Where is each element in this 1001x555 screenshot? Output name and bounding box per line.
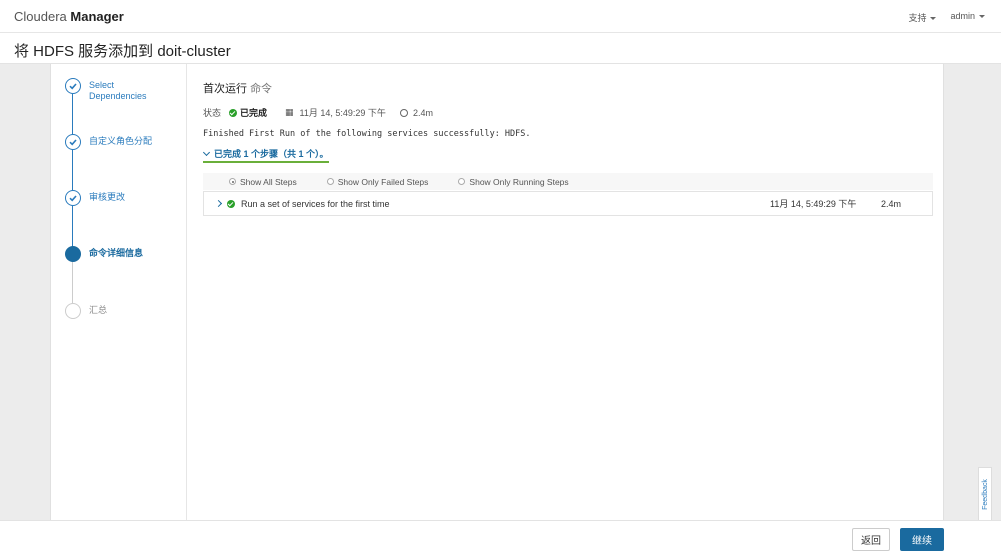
wizard-panel: Select Dependencies 自定义角色分配 审核更改 命令详细信息 汇…	[50, 64, 944, 520]
result-message: Finished First Run of the following serv…	[203, 129, 531, 139]
brand-bold: Manager	[70, 9, 124, 24]
check-circle-icon	[65, 190, 81, 206]
success-check-icon	[227, 199, 235, 208]
page-title: 将 HDFS 服务添加到 doit-cluster	[14, 43, 231, 60]
step-name: Run a set of services for the first time	[241, 198, 390, 209]
back-button[interactable]: 返回	[852, 528, 890, 551]
step-duration: 2.4m	[881, 198, 902, 209]
radio-icon	[326, 178, 334, 185]
filter-all-steps[interactable]: Show All Steps	[229, 177, 297, 187]
support-menu[interactable]: 支持	[908, 11, 937, 24]
brand-logo[interactable]: Cloudera Manager	[14, 9, 124, 24]
success-check-icon	[229, 108, 238, 117]
table-row[interactable]: Run a set of services for the first time…	[203, 191, 933, 216]
step-time: 11月 14, 5:49:29 下午	[770, 199, 857, 209]
continue-button[interactable]: 继续	[900, 528, 944, 551]
duration: 2.4m	[412, 107, 433, 118]
chevron-down-icon	[202, 148, 211, 157]
wizard-steps: Select Dependencies 自定义角色分配 审核更改 命令详细信息 汇…	[51, 64, 187, 520]
status-row: 状态 已完成 ▦ 11月 14, 5:49:29 下午 2.4m	[203, 107, 433, 118]
wizard-step-summary: 汇总	[65, 303, 107, 319]
chevron-down-icon	[979, 15, 985, 19]
title-bar: 将 HDFS 服务添加到 doit-cluster	[0, 34, 1001, 64]
chevron-right-icon[interactable]	[214, 199, 223, 208]
pending-step-icon	[65, 303, 81, 319]
progress-line	[72, 94, 73, 250]
active-step-icon	[65, 246, 81, 262]
wizard-step-command-details[interactable]: 命令详细信息	[65, 246, 143, 262]
step-filters: Show All Steps Show Only Failed Steps Sh…	[203, 173, 933, 190]
command-title: 首次运行 命令	[203, 83, 273, 95]
wizard-step-review-changes[interactable]: 审核更改	[65, 190, 125, 206]
calendar-icon: ▦	[285, 107, 294, 117]
radio-icon	[229, 178, 236, 185]
filter-failed-steps[interactable]: Show Only Failed Steps	[326, 177, 428, 187]
progress-line-pending	[72, 260, 73, 303]
chevron-down-icon	[930, 17, 937, 21]
clock-icon	[399, 108, 408, 117]
wizard-step-select-dependencies[interactable]: Select Dependencies	[65, 78, 147, 102]
filter-running-steps[interactable]: Show Only Running Steps	[458, 177, 569, 187]
command-details: 首次运行 命令 状态 已完成 ▦ 11月 14, 5:49:29 下午 2.4m…	[202, 80, 933, 216]
radio-icon	[458, 178, 466, 185]
brand-light: Cloudera	[14, 9, 67, 24]
top-navbar: Cloudera Manager 支持 admin	[0, 0, 1001, 33]
wizard-step-assign-roles[interactable]: 自定义角色分配	[65, 134, 152, 150]
wizard-footer: 返回 继续	[0, 520, 1001, 555]
feedback-tab[interactable]: Feedback	[978, 467, 992, 521]
status-badge: 已完成	[240, 108, 268, 118]
check-circle-icon	[65, 134, 81, 150]
completed-steps-toggle[interactable]: 已完成 1 个步骤（共 1 个）。	[202, 147, 329, 163]
check-circle-icon	[65, 78, 81, 94]
start-time: 11月 14, 5:49:29 下午	[299, 108, 386, 118]
user-menu[interactable]: admin	[950, 11, 985, 24]
